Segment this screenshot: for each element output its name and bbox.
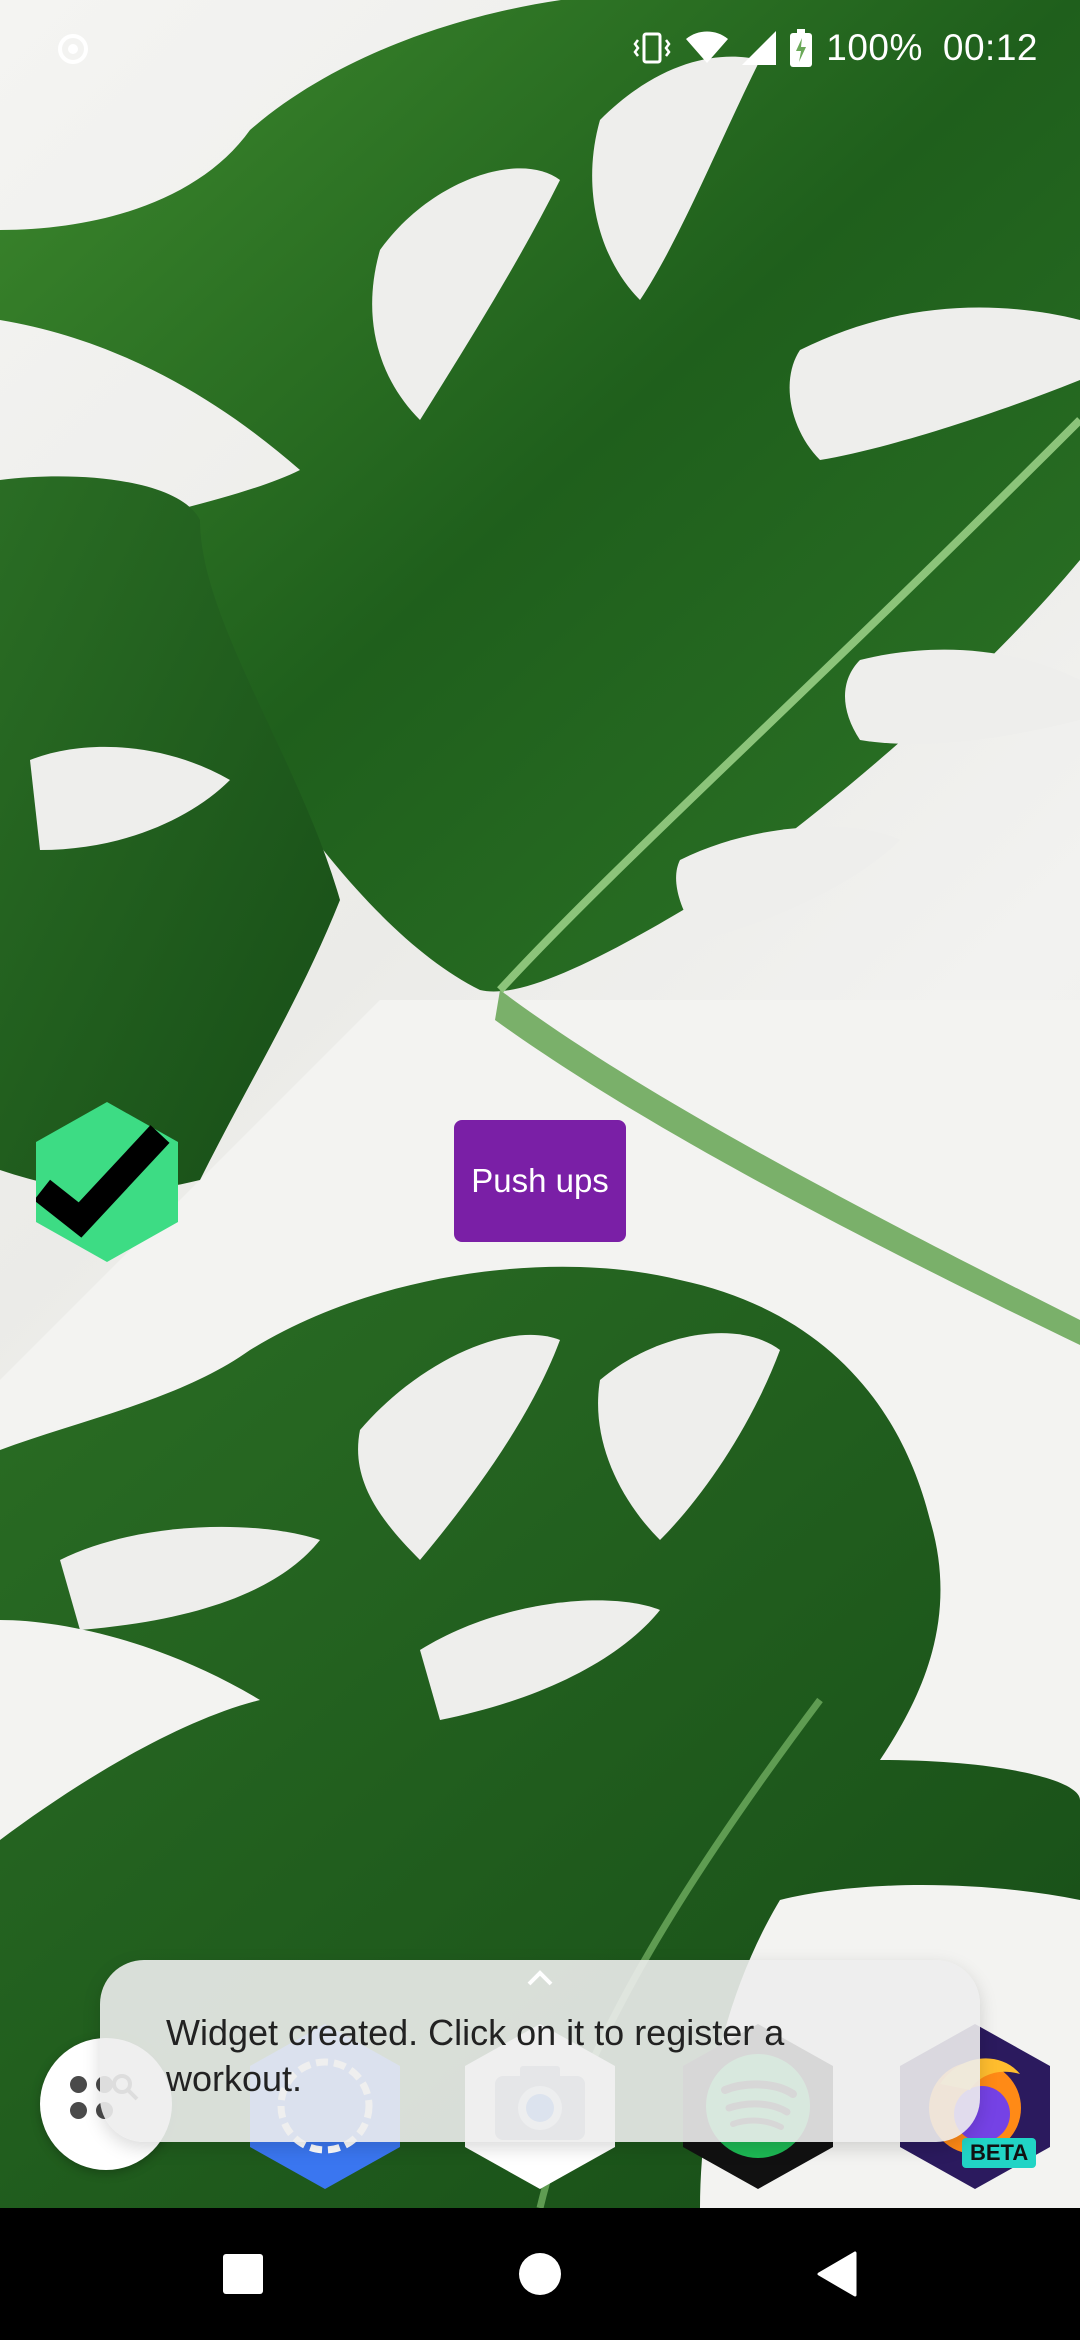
wifi-icon: [686, 31, 729, 65]
home-button[interactable]: [504, 2238, 576, 2310]
status-bar: 100% 00:12: [0, 0, 1080, 96]
record-icon: [58, 34, 88, 64]
battery-charging-icon: [790, 29, 813, 67]
signal-icon: [742, 31, 777, 65]
snackbar-toast[interactable]: Widget created. Click on it to register …: [100, 1960, 980, 2142]
square-icon: [223, 2254, 263, 2294]
back-button[interactable]: [800, 2238, 872, 2310]
battery-percent: 100%: [826, 27, 923, 68]
push-ups-widget-button[interactable]: Push ups: [454, 1120, 626, 1242]
circle-icon: [519, 2253, 561, 2295]
hexagon-check-icon[interactable]: [33, 1102, 178, 1262]
firefox-beta-badge: BETA: [962, 2138, 1037, 2168]
navigation-bar: [0, 2208, 1080, 2340]
recents-button[interactable]: [207, 2238, 279, 2310]
clock-time: 00:12: [942, 27, 1038, 68]
vibrate-icon: [632, 30, 672, 66]
status-right-group: 100% 00:12: [632, 22, 1038, 74]
back-triangle-icon: [817, 2251, 857, 2297]
chevron-up-icon: [527, 1970, 553, 1986]
snackbar-message: Widget created. Click on it to register …: [166, 2012, 785, 2099]
